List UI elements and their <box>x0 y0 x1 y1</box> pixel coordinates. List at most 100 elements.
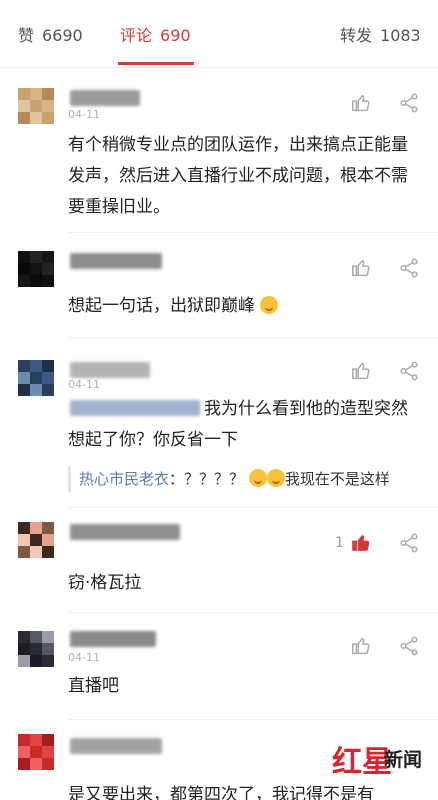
tab-forwards-label: 转发 <box>340 26 373 45</box>
reply-text: ：？？？？ <box>169 470 245 488</box>
avatar-mosaic-cell <box>30 112 42 124</box>
avatar-mosaic-cell <box>30 734 42 746</box>
avatar-mosaic-cell <box>30 643 42 655</box>
avatar-mosaic-cell <box>18 372 30 384</box>
comment-item: 04-11 直播吧 <box>0 613 438 720</box>
tab-comments-label: 评论 <box>120 26 153 45</box>
avatar[interactable] <box>18 251 54 287</box>
avatar-mosaic-cell <box>30 758 42 770</box>
avatar-mosaic-cell <box>18 384 30 396</box>
tab-forwards[interactable]: 转发 1083 <box>340 22 421 46</box>
avatar-mosaic-cell <box>18 631 30 643</box>
avatar-mosaic-cell <box>30 372 42 384</box>
thumbs-up-icon[interactable] <box>350 635 372 657</box>
avatar-mosaic-cell <box>42 758 54 770</box>
avatar-mosaic-cell <box>18 655 30 667</box>
avatar-mosaic-cell <box>30 655 42 667</box>
blurred-username <box>70 631 156 647</box>
avatar-mosaic-cell <box>42 655 54 667</box>
avatar-mosaic-cell <box>42 546 54 558</box>
avatar-mosaic-cell <box>42 263 54 275</box>
avatar-mosaic-cell <box>18 746 30 758</box>
comment-date: 04-11 <box>68 108 100 121</box>
avatar-mosaic-cell <box>42 522 54 534</box>
avatar[interactable] <box>18 88 54 124</box>
avatar[interactable] <box>18 734 54 770</box>
comment-text: 是又要出来，都第四次了，我记得不是有 <box>68 785 374 800</box>
blurred-username <box>70 90 140 106</box>
comment-date: 04-11 <box>68 378 100 391</box>
avatar-mosaic-cell <box>18 643 30 655</box>
avatar-mosaic-cell <box>42 631 54 643</box>
share-icon[interactable] <box>398 635 420 657</box>
tab-likes-count: 6690 <box>42 26 83 45</box>
share-icon[interactable] <box>398 532 420 554</box>
blurred-username <box>70 738 162 754</box>
avatar-mosaic-cell <box>30 546 42 558</box>
share-icon[interactable] <box>398 92 420 114</box>
comment-tabs: 赞 6690 评论 690 转发 1083 <box>0 0 438 68</box>
reply-author[interactable]: 热心市民老衣 <box>79 470 169 488</box>
thumbs-up-icon[interactable] <box>350 360 372 382</box>
comment-text-content: 想起一句话，出狱即巅峰 <box>68 296 255 316</box>
blurred-username <box>70 253 162 269</box>
comment-text: 窃·格瓦拉 <box>68 573 142 593</box>
active-tab-indicator <box>118 62 194 65</box>
avatar-mosaic-cell <box>18 546 30 558</box>
avatar-mosaic-cell <box>30 275 42 287</box>
avatar[interactable] <box>18 631 54 667</box>
avatar-mosaic-cell <box>42 360 54 372</box>
avatar-mosaic-cell <box>42 746 54 758</box>
hongxing-news-watermark: 红星 新闻 <box>332 735 436 783</box>
watermark-red-text: 红星 <box>332 745 392 780</box>
tab-comments-count: 690 <box>160 26 191 45</box>
emoji-icon <box>260 296 279 314</box>
avatar-mosaic-cell <box>42 112 54 124</box>
comment-text: 想起一句话，出狱即巅峰 <box>68 291 420 322</box>
thumbs-up-icon[interactable] <box>350 257 372 279</box>
tab-comments[interactable]: 评论 690 <box>120 22 191 46</box>
thumbs-up-icon-liked[interactable] <box>350 532 372 554</box>
like-count: 1 <box>335 535 344 551</box>
avatar-mosaic-cell <box>30 522 42 534</box>
avatar-mosaic-cell <box>18 88 30 100</box>
avatar-mosaic-cell <box>18 522 30 534</box>
comment-date: 04-11 <box>68 651 100 664</box>
tab-likes[interactable]: 赞 6690 <box>18 22 83 46</box>
avatar-mosaic-cell <box>42 384 54 396</box>
avatar-mosaic-cell <box>30 360 42 372</box>
avatar-mosaic-cell <box>42 88 54 100</box>
avatar-mosaic-cell <box>42 251 54 263</box>
comment-text: 有个稍微专业点的团队运作，出来搞点正能量发声，然后进入直播行业不成问题，根本不需… <box>68 135 408 217</box>
avatar-mosaic-cell <box>30 384 42 396</box>
avatar-mosaic-cell <box>30 746 42 758</box>
emoji-icon <box>248 469 267 487</box>
reply-text-tail: 我现在不是这样 <box>284 470 390 488</box>
avatar-mosaic-cell <box>42 534 54 546</box>
avatar-mosaic-cell <box>30 100 42 112</box>
avatar-mosaic-cell <box>18 263 30 275</box>
comment-text: 直播吧 <box>68 676 119 696</box>
avatar[interactable] <box>18 360 54 396</box>
share-icon[interactable] <box>398 257 420 279</box>
avatar-mosaic-cell <box>42 275 54 287</box>
comment-item: 窃·格瓦拉 1 <box>0 508 438 613</box>
avatar[interactable] <box>18 522 54 558</box>
avatar-mosaic-cell <box>42 372 54 384</box>
blurred-username <box>70 524 180 540</box>
avatar-mosaic-cell <box>18 100 30 112</box>
tab-likes-label: 赞 <box>18 26 35 45</box>
avatar-mosaic-cell <box>18 112 30 124</box>
share-icon[interactable] <box>398 360 420 382</box>
comment-text: 我为什么看到他的造型突然想起了你？你反省一下 <box>68 394 420 456</box>
avatar-mosaic-cell <box>42 734 54 746</box>
tab-forwards-count: 1083 <box>380 26 421 45</box>
blurred-username <box>70 362 150 378</box>
avatar-mosaic-cell <box>18 758 30 770</box>
emoji-icon <box>266 469 285 487</box>
thumbs-up-icon[interactable] <box>350 92 372 114</box>
comment-item: 想起一句话，出狱即巅峰 <box>0 233 438 338</box>
quoted-reply[interactable]: 热心市民老衣：？？？？ 我现在不是这样 <box>68 466 420 492</box>
comment-item: 04-11 我为什么看到他的造型突然想起了你？你反省一下 热心市民老衣：？？？？… <box>0 338 438 508</box>
avatar-mosaic-cell <box>30 88 42 100</box>
